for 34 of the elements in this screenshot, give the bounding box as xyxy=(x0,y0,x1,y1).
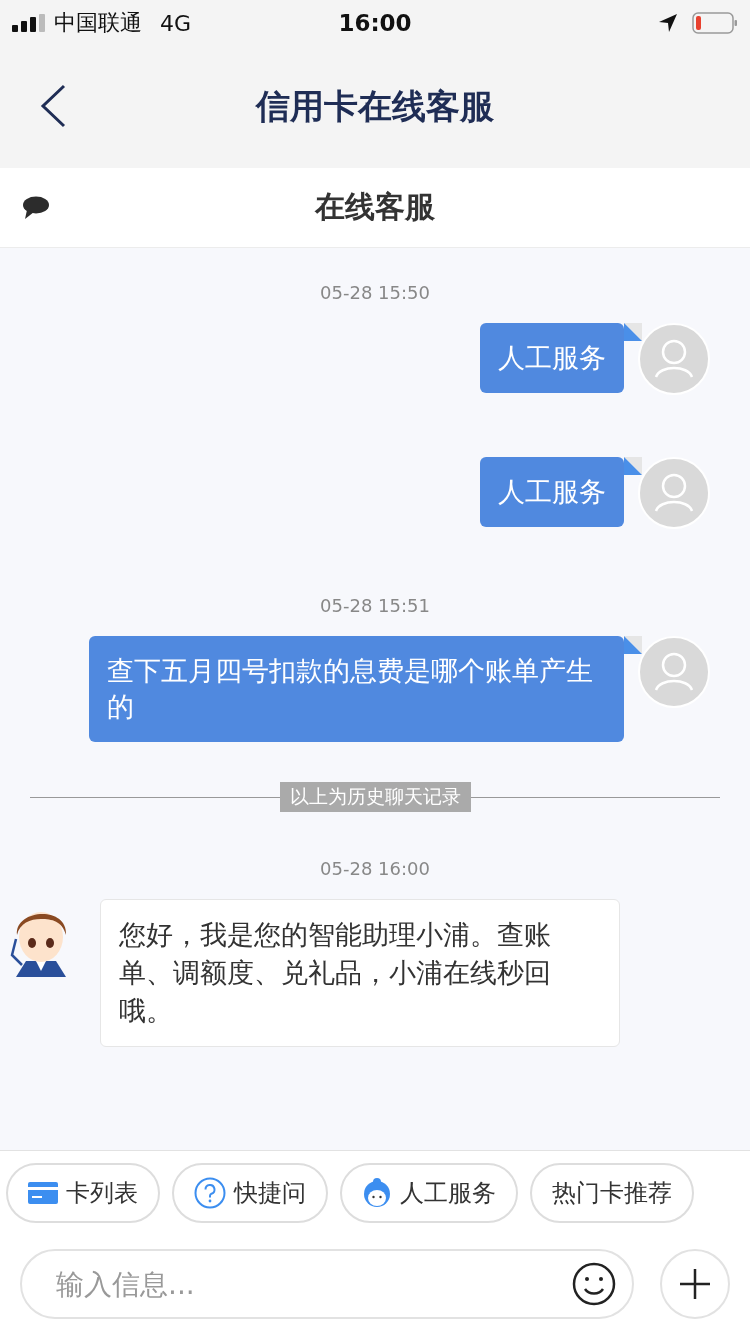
user-message: 查下五月四号扣款的息费是哪个账单产生的 xyxy=(89,636,624,742)
emoji-icon[interactable] xyxy=(572,1262,616,1306)
bubble-tail xyxy=(624,323,642,341)
section-title: 在线客服 xyxy=(315,188,435,226)
avatar-icon xyxy=(638,323,710,395)
bubble-tail xyxy=(624,457,642,475)
signal-icon xyxy=(12,14,46,32)
user-message: 人工服务 xyxy=(480,323,624,393)
network-type: 4G xyxy=(160,10,192,36)
bubble-tail xyxy=(624,636,642,654)
carrier-name: 中国联通 xyxy=(54,9,142,37)
message-timestamp: 05-28 16:00 xyxy=(320,858,430,879)
history-divider-label: 以上为历史聊天记录 xyxy=(279,782,471,812)
location-arrow-icon xyxy=(658,13,678,33)
plus-icon xyxy=(679,1268,711,1300)
agent-icon xyxy=(362,1176,392,1209)
speech-bubble-icon xyxy=(22,195,50,220)
card-icon xyxy=(28,1181,58,1204)
message-input-field[interactable]: 输入信息... xyxy=(20,1249,634,1319)
page-title: 信用卡在线客服 xyxy=(256,85,494,128)
quick-action-chip[interactable]: 快捷问 xyxy=(172,1162,328,1223)
avatar-icon xyxy=(638,636,710,708)
back-chevron-icon xyxy=(40,83,66,128)
help-icon xyxy=(194,1176,226,1209)
quick-action-chip[interactable]: 人工服务 xyxy=(340,1162,518,1223)
battery-icon xyxy=(692,12,738,34)
assistant-message: 您好，我是您的智能助理小浦。查账单、调额度、兑礼品，小浦在线秒回哦。 xyxy=(100,899,620,1047)
quick-action-chip[interactable]: 热门卡推荐 xyxy=(530,1162,694,1223)
clock-time: 16:00 xyxy=(338,10,412,36)
message-timestamp: 05-28 15:50 xyxy=(320,282,430,303)
user-message: 人工服务 xyxy=(480,457,624,527)
avatar-icon xyxy=(638,457,710,529)
quick-action-chip[interactable]: 卡列表 xyxy=(6,1162,160,1223)
message-timestamp: 05-28 15:51 xyxy=(320,595,430,616)
